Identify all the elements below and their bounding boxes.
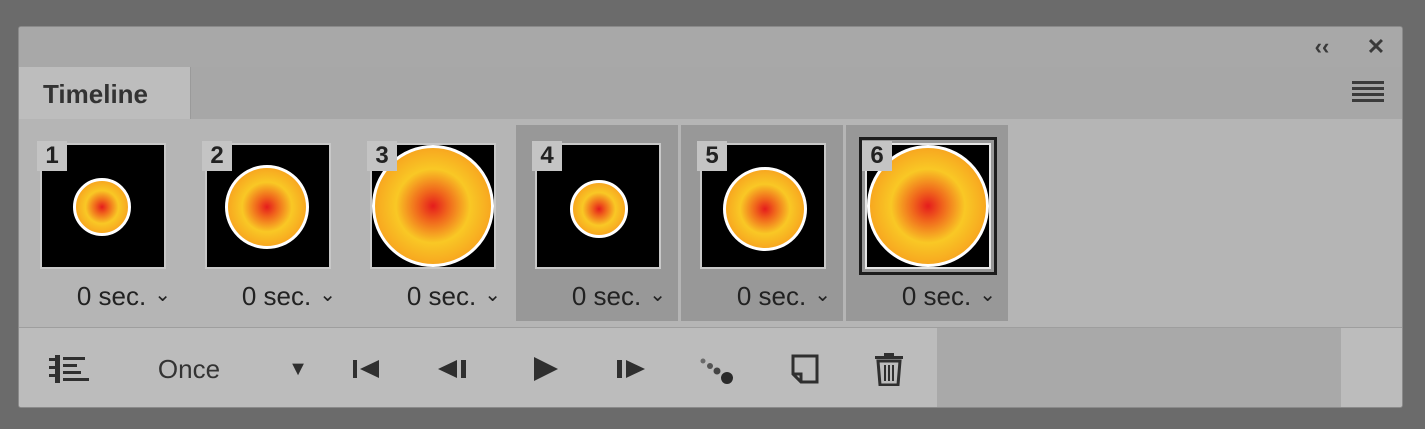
close-icon[interactable]: ✕ [1363, 35, 1389, 59]
duplicate-frame-icon [791, 354, 819, 384]
next-frame-button[interactable] [611, 352, 651, 386]
circle-graphic [723, 167, 807, 251]
frame-delay-dropdown[interactable]: 0 sec. ⌄ [681, 281, 843, 311]
frame-number: 4 [532, 141, 562, 171]
chevron-down-icon: ⌄ [979, 284, 996, 306]
chevron-down-icon: ⌄ [154, 284, 171, 306]
animation-frame-1[interactable]: 1 0 sec. ⌄ [21, 125, 183, 321]
frame-delay-dropdown[interactable]: 0 sec. ⌄ [351, 281, 513, 311]
next-frame-icon [617, 360, 645, 378]
tween-icon [700, 358, 733, 384]
trash-icon [875, 353, 903, 387]
frame-delay-label: 0 sec. [241, 281, 312, 311]
frame-delay-label: 0 sec. [571, 281, 642, 311]
play-button[interactable] [525, 352, 565, 386]
previous-frame-button[interactable] [433, 352, 473, 386]
tab-timeline[interactable]: Timeline [19, 67, 191, 119]
collapse-icon[interactable]: ‹‹ [1309, 35, 1335, 59]
chevron-down-icon: ⌄ [319, 284, 336, 306]
animation-frame-3[interactable]: 3 0 sec. ⌄ [351, 125, 513, 321]
panel-titlebar: ‹‹ ✕ [19, 27, 1402, 68]
panel-menu-icon[interactable] [1352, 81, 1384, 103]
timeline-panel: ‹‹ ✕ Timeline 1 0 sec. ⌄ 2 0 sec. ⌄ 3 0 … [18, 26, 1403, 408]
chevron-down-icon[interactable]: ▼ [281, 352, 315, 386]
frame-number: 5 [697, 141, 727, 171]
chevron-down-icon: ⌄ [814, 284, 831, 306]
animation-frame-6[interactable]: 6 0 sec. ⌄ [846, 125, 1008, 321]
play-icon [534, 357, 558, 381]
frame-delay-dropdown[interactable]: 0 sec. ⌄ [846, 281, 1008, 311]
frame-strip: 1 0 sec. ⌄ 2 0 sec. ⌄ 3 0 sec. ⌄ 4 0 sec… [19, 119, 1402, 327]
previous-frame-icon [438, 360, 466, 378]
frame-number: 6 [862, 141, 892, 171]
controls-empty-area [937, 328, 1341, 407]
animation-frame-5[interactable]: 5 0 sec. ⌄ [681, 125, 843, 321]
loop-options-value: Once [157, 354, 221, 384]
frame-delay-label: 0 sec. [901, 281, 972, 311]
first-frame-icon [353, 360, 379, 378]
tween-button[interactable] [695, 352, 739, 386]
animation-frame-4[interactable]: 4 0 sec. ⌄ [516, 125, 678, 321]
frame-delay-label: 0 sec. [736, 281, 807, 311]
chevron-down-icon: ⌄ [484, 284, 501, 306]
duplicate-frame-button[interactable] [785, 352, 825, 386]
frame-delay-label: 0 sec. [406, 281, 477, 311]
loop-options-select[interactable]: Once [129, 352, 249, 386]
frame-delay-dropdown[interactable]: 0 sec. ⌄ [21, 281, 183, 311]
frame-number: 3 [367, 141, 397, 171]
frame-number: 2 [202, 141, 232, 171]
circle-graphic [570, 180, 628, 238]
frame-delay-dropdown[interactable]: 0 sec. ⌄ [186, 281, 348, 311]
frame-number: 1 [37, 141, 67, 171]
frame-delay-label: 0 sec. [76, 281, 147, 311]
delete-frame-button[interactable] [869, 352, 909, 387]
circle-graphic [73, 178, 131, 236]
first-frame-button[interactable] [347, 352, 387, 386]
timeline-controls: Once ▼ [19, 327, 1402, 407]
circle-graphic [225, 165, 309, 249]
chevron-down-icon: ⌄ [649, 284, 666, 306]
animation-frame-2[interactable]: 2 0 sec. ⌄ [186, 125, 348, 321]
convert-timeline-icon[interactable] [47, 352, 93, 386]
tab-bar: Timeline [19, 67, 1402, 120]
frame-delay-dropdown[interactable]: 0 sec. ⌄ [516, 281, 678, 311]
